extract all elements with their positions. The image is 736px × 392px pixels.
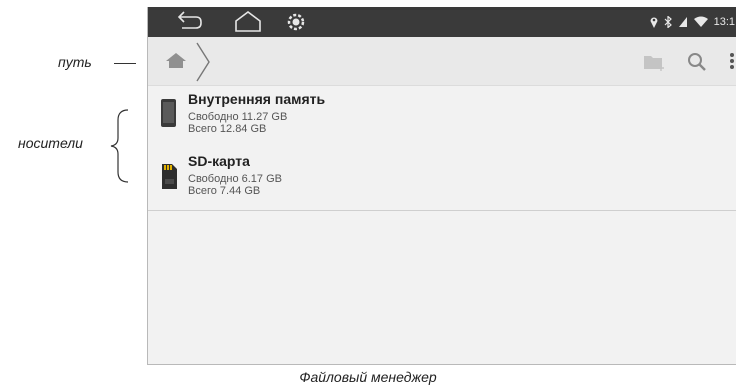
figure-caption: Файловый менеджер (299, 369, 437, 385)
status-bar: 13:1 (148, 7, 736, 37)
new-folder-icon[interactable] (642, 52, 666, 72)
clock: 13:1 (713, 16, 735, 28)
storage-free: Свободно 11.27 GB (188, 111, 288, 123)
media-annotation: носители (18, 135, 83, 151)
storage-total: Всего 7.44 GB (188, 185, 261, 197)
bluetooth-icon (664, 16, 672, 28)
path-annotation: путь (58, 54, 92, 70)
phone-storage-icon (161, 99, 176, 127)
storage-name: SD-карта (188, 153, 250, 169)
back-icon[interactable] (174, 9, 204, 33)
storage-free: Свободно 6.17 GB (188, 173, 282, 185)
storage-total: Всего 12.84 GB (188, 123, 267, 135)
storage-item-internal[interactable]: Внутренняя память Свободно 11.27 GB Всег… (148, 85, 736, 149)
storage-name: Внутренняя память (188, 91, 326, 107)
path-bar (148, 37, 736, 85)
wifi-icon (693, 16, 708, 27)
storage-item-sd[interactable]: SD-карта Свободно 6.17 GB Всего 7.44 GB (148, 148, 736, 211)
location-icon (650, 17, 658, 28)
device-screen: 13:1 Внутренняя память Свободно 11.27 GB… (147, 7, 736, 365)
sd-card-icon (162, 164, 177, 189)
curly-brace (110, 109, 129, 183)
path-annotation-line (114, 63, 136, 64)
status-indicators: 13:1 (650, 7, 736, 37)
home-icon[interactable] (232, 10, 264, 34)
chevron-right-icon (196, 42, 210, 82)
search-icon[interactable] (686, 52, 708, 72)
settings-icon[interactable] (284, 11, 308, 33)
home-crumb-icon[interactable] (164, 51, 188, 71)
signal-icon (678, 17, 687, 27)
more-icon[interactable] (728, 52, 736, 72)
